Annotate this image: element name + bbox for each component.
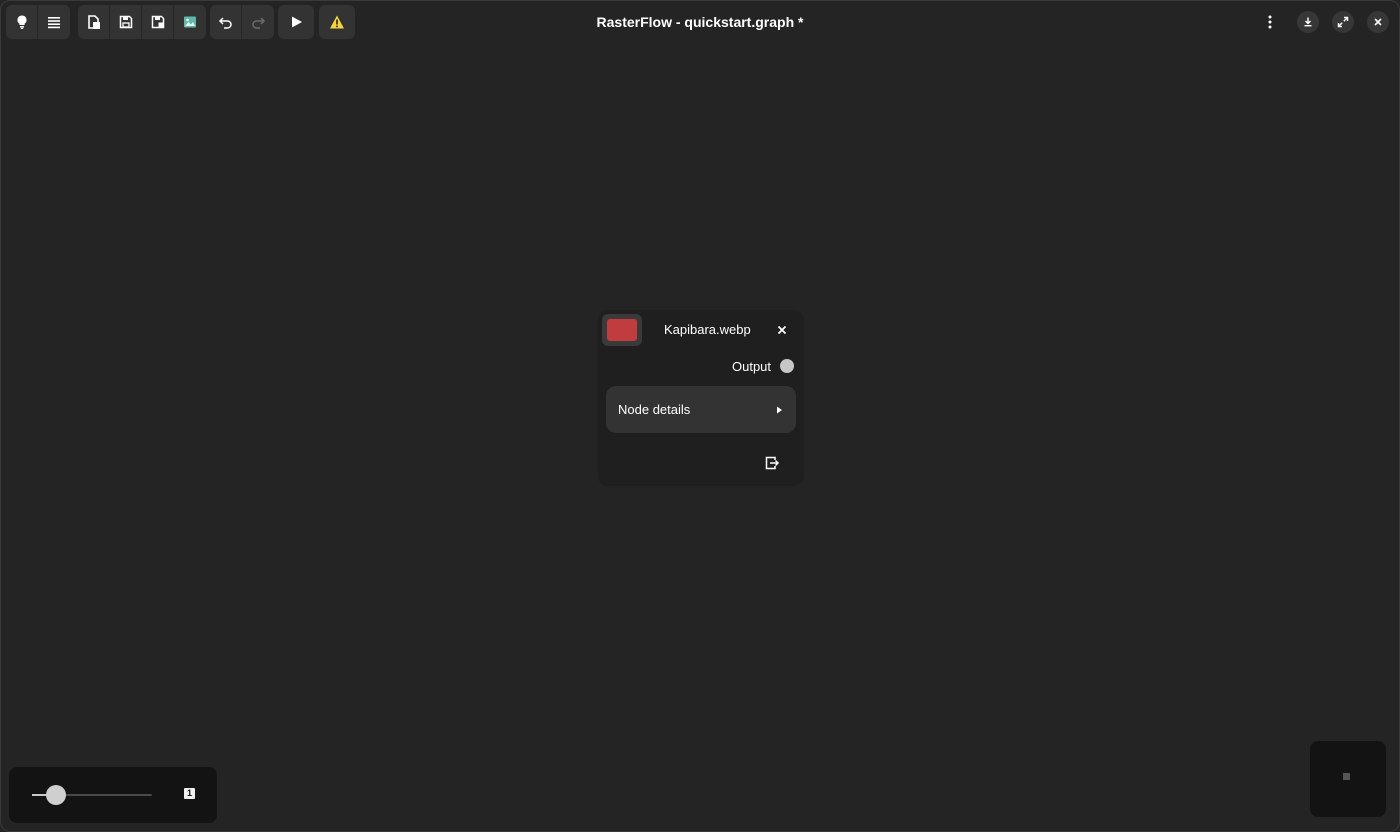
toolbar-group-run [278,5,314,39]
more-options-button[interactable] [1256,8,1284,36]
window-title: RasterFlow - quickstart.graph * [596,14,804,30]
minimize-button[interactable] [1297,11,1319,33]
image-node[interactable]: Kapibara.webp Output Node details [598,310,804,486]
zoom-slider[interactable] [32,785,152,805]
node-color-swatch [607,319,637,341]
export-icon[interactable] [764,455,780,471]
close-window-button[interactable] [1367,11,1389,33]
new-file-button[interactable] [78,5,110,39]
lightbulb-icon [16,15,27,29]
node-details-expander[interactable]: Node details [606,386,796,433]
node-title: Kapibara.webp [664,322,751,337]
output-socket[interactable] [780,359,794,373]
expand-icon [1337,16,1349,28]
warnings-button[interactable] [319,5,355,39]
close-icon [1374,18,1382,26]
export-image-button[interactable] [174,5,206,39]
zoom-slider-thumb[interactable] [46,785,66,805]
toolbar-group-warnings [319,5,355,39]
download-icon [1304,17,1312,27]
minimap-node-marker [1343,773,1350,780]
tips-button[interactable] [6,5,38,39]
toolbar-group-general [6,5,70,39]
output-label: Output [732,359,772,374]
chevron-right-icon [777,406,782,414]
undo-icon [218,17,232,29]
zoom-reset-button[interactable]: 1 [184,788,195,799]
save-as-button[interactable] [142,5,174,39]
maximize-button[interactable] [1332,11,1354,33]
kebab-menu-icon [1268,15,1272,29]
node-color-button[interactable] [602,314,642,346]
header-bar: RasterFlow - quickstart.graph * [0,0,1400,44]
toolbar-group-file [78,5,206,39]
zoom-panel: 1 [9,767,217,823]
save-icon [119,15,132,29]
list-icon [48,17,60,29]
node-remove-button[interactable] [774,322,790,338]
undo-button[interactable] [210,5,242,39]
warning-icon [330,15,344,29]
new-file-icon [87,15,100,29]
redo-icon [252,17,266,29]
run-button[interactable] [278,5,314,39]
node-details-label: Node details [618,402,691,417]
save-as-icon [151,15,164,29]
save-button[interactable] [110,5,142,39]
close-icon [777,325,787,335]
minimap[interactable] [1310,741,1386,817]
play-icon [292,16,302,28]
toolbar-group-history [210,5,274,39]
main-menu-button[interactable] [38,5,70,39]
redo-button[interactable] [242,5,274,39]
image-icon [184,16,196,28]
